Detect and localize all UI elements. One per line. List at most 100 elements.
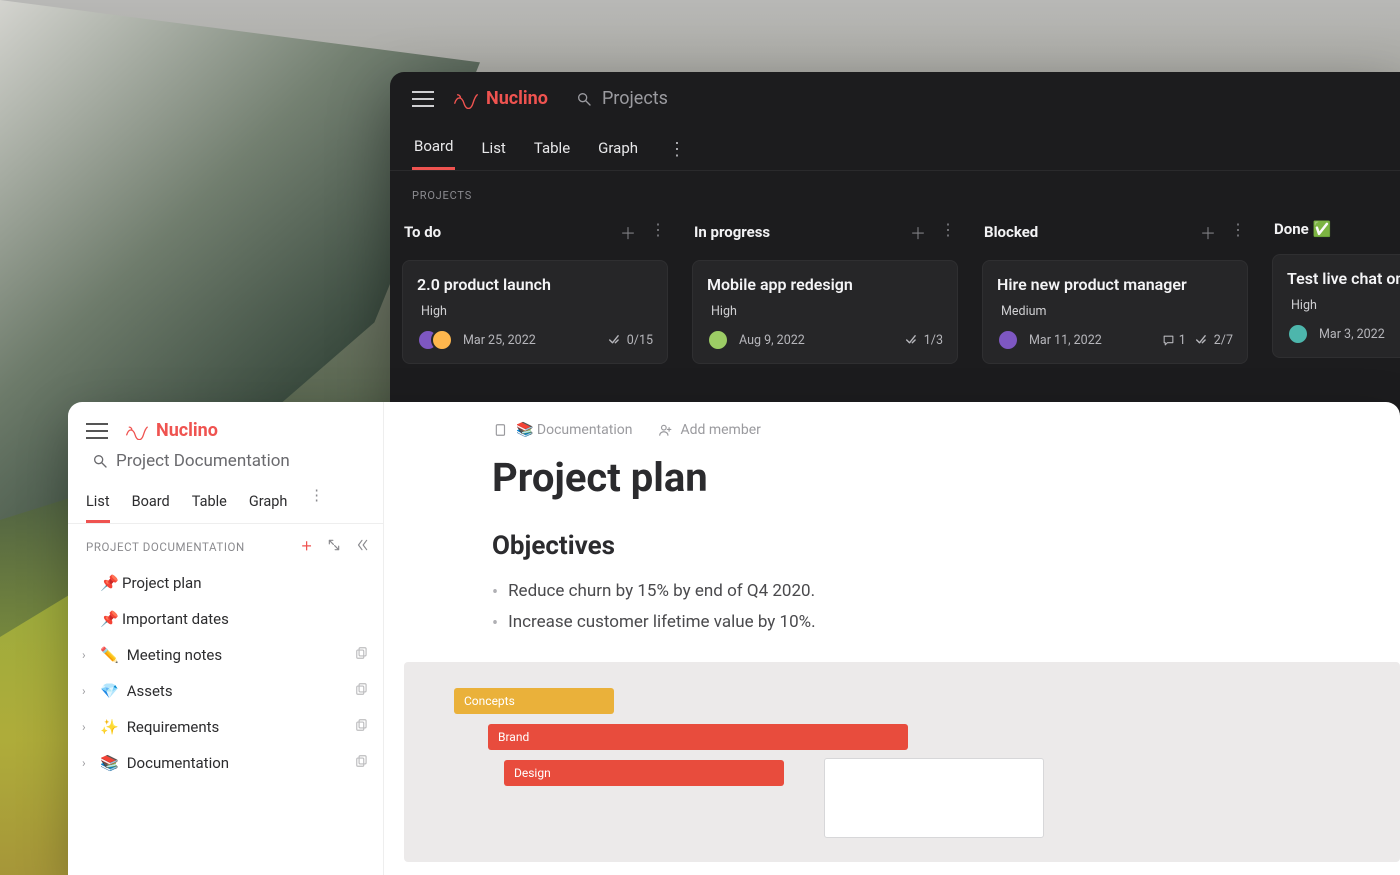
add-member-button[interactable]: Add member bbox=[658, 422, 760, 438]
column-title: Done ✅ bbox=[1274, 220, 1331, 238]
tab-list[interactable]: List bbox=[86, 487, 110, 523]
embedded-gantt[interactable]: Concepts Brand Design bbox=[404, 662, 1400, 862]
expand-icon[interactable] bbox=[327, 538, 341, 555]
card-checklist: 1/3 bbox=[906, 333, 943, 348]
column-title: In progress bbox=[694, 223, 770, 241]
chevron-right-icon[interactable]: › bbox=[82, 684, 92, 698]
search-field[interactable]: Projects bbox=[576, 88, 668, 109]
add-card-icon[interactable]: ＋ bbox=[1200, 220, 1216, 244]
column-done: Done ✅ Test live chat on the w High Mar … bbox=[1272, 216, 1400, 364]
app-logo[interactable]: Nuclino bbox=[124, 420, 218, 441]
tree-item-documentation[interactable]: ›📚Documentation bbox=[68, 745, 383, 781]
avatar bbox=[1287, 323, 1309, 345]
page-title[interactable]: Project plan bbox=[384, 438, 1400, 507]
card-checklist: 2/7 bbox=[1196, 333, 1233, 348]
tree-item-meeting-notes[interactable]: ›✏️Meeting notes bbox=[68, 637, 383, 673]
card[interactable]: 2.0 product launch High Mar 25, 2022 0/1… bbox=[402, 260, 668, 364]
window-project-documentation-light: Nuclino Project Documentation List Board… bbox=[68, 402, 1400, 875]
tree-item-assets[interactable]: ›💎Assets bbox=[68, 673, 383, 709]
collection-icon bbox=[355, 754, 369, 772]
column-title: To do bbox=[404, 223, 441, 241]
card-assignees bbox=[997, 329, 1019, 351]
search-field[interactable]: Project Documentation bbox=[74, 451, 383, 477]
add-card-icon[interactable]: ＋ bbox=[910, 220, 926, 244]
tab-graph[interactable]: Graph bbox=[596, 131, 640, 169]
collapse-sidebar-icon[interactable] bbox=[355, 538, 369, 555]
collection-icon bbox=[355, 718, 369, 736]
view-tabs: Board List Table Graph ⋮ bbox=[390, 117, 1400, 171]
card-assignees bbox=[417, 329, 453, 351]
search-placeholder: Projects bbox=[602, 88, 668, 109]
chevron-right-icon[interactable]: › bbox=[82, 720, 92, 734]
card-title: 2.0 product launch bbox=[417, 275, 653, 294]
card-assignees bbox=[1287, 323, 1309, 345]
menu-icon[interactable] bbox=[86, 423, 108, 439]
avatar bbox=[707, 329, 729, 351]
emoji-icon: ✏️ bbox=[100, 646, 119, 664]
tab-graph[interactable]: Graph bbox=[249, 487, 288, 523]
column-more-icon[interactable]: ⋮ bbox=[650, 220, 666, 244]
emoji-icon: 📚 bbox=[100, 754, 119, 772]
card-comments: 1 bbox=[1162, 333, 1186, 348]
collection-icon bbox=[355, 646, 369, 664]
tab-list[interactable]: List bbox=[479, 131, 507, 169]
card-title: Hire new product manager bbox=[997, 275, 1233, 294]
column-more-icon[interactable]: ⋮ bbox=[1230, 220, 1246, 244]
breadcrumb-item[interactable]: 📚 Documentation bbox=[494, 422, 632, 438]
column-todo: To do ＋ ⋮ 2.0 product launch High Mar 25… bbox=[402, 216, 668, 364]
add-card-icon[interactable]: ＋ bbox=[620, 220, 636, 244]
card-date: Mar 3, 2022 bbox=[1319, 327, 1385, 342]
tab-board[interactable]: Board bbox=[132, 487, 170, 523]
card[interactable]: Test live chat on the w High Mar 3, 2022 bbox=[1272, 254, 1400, 358]
tabs-more-icon[interactable]: ⋮ bbox=[668, 141, 686, 159]
column-title: Blocked bbox=[984, 223, 1038, 241]
emoji-icon: ✨ bbox=[100, 718, 119, 736]
add-item-icon[interactable]: ＋ bbox=[301, 538, 313, 555]
card-priority: High bbox=[1287, 298, 1400, 313]
view-tabs: List Board Table Graph ⋮ bbox=[68, 477, 383, 524]
chevron-right-icon[interactable]: › bbox=[82, 648, 92, 662]
card-assignees bbox=[707, 329, 729, 351]
card-priority: High bbox=[707, 304, 943, 319]
menu-icon[interactable] bbox=[412, 91, 434, 107]
gantt-bar-brand[interactable]: Brand bbox=[488, 724, 908, 750]
chevron-right-icon[interactable]: › bbox=[82, 756, 92, 770]
card[interactable]: Mobile app redesign High Aug 9, 2022 1/3 bbox=[692, 260, 958, 364]
page-tree: 📌Project plan 📌Important dates ›✏️Meetin… bbox=[68, 565, 383, 781]
avatar bbox=[997, 329, 1019, 351]
card-date: Aug 9, 2022 bbox=[739, 333, 805, 348]
gantt-detail-popover bbox=[824, 758, 1044, 838]
tab-table[interactable]: Table bbox=[192, 487, 227, 523]
app-logo[interactable]: Nuclino bbox=[452, 88, 548, 109]
card[interactable]: Hire new product manager Medium Mar 11, … bbox=[982, 260, 1248, 364]
gantt-bar-design[interactable]: Design bbox=[504, 760, 784, 786]
section-label: PROJECTS bbox=[390, 171, 1400, 206]
card-date: Mar 25, 2022 bbox=[463, 333, 536, 348]
objectives-list[interactable]: Reduce churn by 15% by end of Q4 2020. I… bbox=[384, 567, 1400, 640]
column-blocked: Blocked ＋ ⋮ Hire new product manager Med… bbox=[982, 216, 1248, 364]
column-more-icon[interactable]: ⋮ bbox=[940, 220, 956, 244]
card-priority: Medium bbox=[997, 304, 1233, 319]
tab-table[interactable]: Table bbox=[532, 131, 572, 169]
tabs-more-icon[interactable]: ⋮ bbox=[309, 487, 324, 523]
sidebar: Nuclino Project Documentation List Board… bbox=[68, 402, 384, 875]
pin-icon: 📌 bbox=[100, 574, 114, 592]
collection-icon bbox=[355, 682, 369, 700]
document-pane: 📚 Documentation Add member Project plan … bbox=[384, 402, 1400, 875]
app-name: Nuclino bbox=[156, 420, 218, 441]
emoji-icon: 💎 bbox=[100, 682, 119, 700]
tab-board[interactable]: Board bbox=[412, 129, 455, 170]
heading-objectives[interactable]: Objectives bbox=[384, 507, 1400, 567]
tree-item-important-dates[interactable]: 📌Important dates bbox=[68, 601, 383, 637]
card-priority: High bbox=[417, 304, 653, 319]
app-name: Nuclino bbox=[486, 88, 548, 109]
kanban-board: To do ＋ ⋮ 2.0 product launch High Mar 25… bbox=[390, 206, 1400, 364]
tree-item-requirements[interactable]: ›✨Requirements bbox=[68, 709, 383, 745]
list-item: Increase customer lifetime value by 10%. bbox=[508, 612, 816, 632]
search-placeholder: Project Documentation bbox=[116, 451, 290, 471]
card-date: Mar 11, 2022 bbox=[1029, 333, 1102, 348]
gantt-bar-concepts[interactable]: Concepts bbox=[454, 688, 614, 714]
card-checklist: 0/15 bbox=[609, 333, 653, 348]
avatar bbox=[431, 329, 453, 351]
tree-item-project-plan[interactable]: 📌Project plan bbox=[68, 565, 383, 601]
